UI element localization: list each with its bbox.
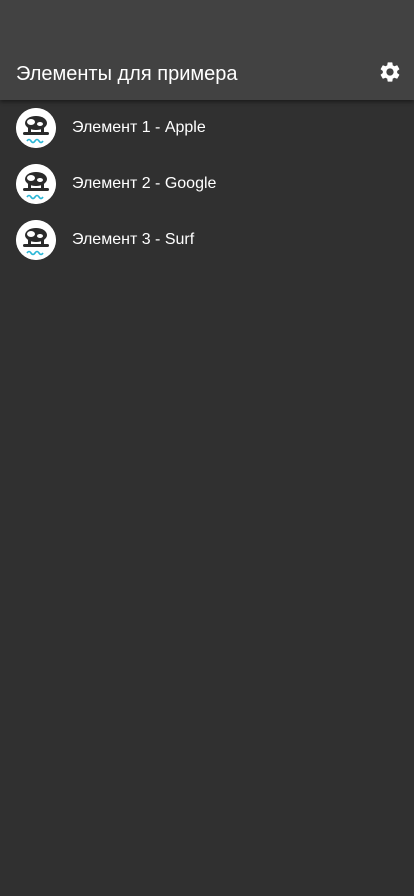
avatar [16,108,56,148]
list-item-label: Элемент 3 - Surf [72,231,195,248]
list-item[interactable]: Элемент 3 - Surf [0,212,414,268]
avatar [16,220,56,260]
list-item-label: Элемент 1 - Apple [72,119,206,136]
surf-cow-logo-icon [16,220,56,260]
list-item-label: Элемент 2 - Google [72,175,217,192]
list-item[interactable]: Элемент 1 - Apple [0,100,414,156]
avatar [16,164,56,204]
surf-cow-logo-icon [16,164,56,204]
list-item[interactable]: Элемент 2 - Google [0,156,414,212]
element-list: Элемент 1 - Apple Элемент 2 - Google Эле… [0,100,414,268]
surf-cow-logo-icon [16,108,56,148]
app-bar: Элементы для примера [0,0,414,100]
screen: Элементы для примера Элемент 1 - Apple Э… [0,0,414,896]
gear-icon[interactable] [378,60,402,84]
page-title: Элементы для примера [16,63,238,85]
